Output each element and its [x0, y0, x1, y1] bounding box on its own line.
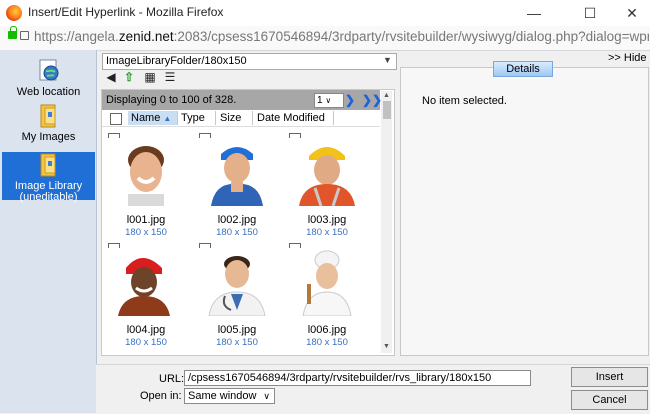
file-list-scrollbar[interactable]	[381, 91, 392, 353]
firefox-logo-icon	[6, 5, 22, 21]
file-name: l003.jpg	[307, 214, 347, 226]
close-window-button[interactable]: ✕	[609, 0, 650, 26]
window-title: Insert/Edit Hyperlink - Mozilla Firefox	[28, 5, 224, 19]
hide-details-link[interactable]: >> Hide	[608, 52, 647, 64]
open-in-label: Open in:	[140, 390, 182, 402]
file-dimensions: 180 x 150	[125, 337, 167, 348]
file-thumbnail[interactable]	[197, 138, 277, 206]
select-all-checkbox[interactable]	[110, 113, 122, 125]
nav-label: My Images	[21, 131, 76, 143]
file-dimensions: 180 x 150	[216, 337, 258, 348]
file-name: l001.jpg	[126, 214, 166, 226]
file-dimensions: 180 x 150	[306, 337, 348, 348]
last-page-icon[interactable]: ❯❯	[362, 93, 382, 107]
back-icon[interactable]: ◀	[104, 70, 118, 84]
nav-my-images[interactable]: My Images	[2, 103, 95, 145]
cancel-button[interactable]: Cancel	[571, 390, 648, 410]
open-in-select[interactable]: Same window ∨	[184, 388, 275, 404]
file-dimensions: 180 x 150	[306, 227, 348, 238]
column-name[interactable]: Name ▲	[128, 111, 178, 125]
details-empty-text: No item selected.	[422, 95, 507, 107]
file-thumbnail[interactable]	[197, 248, 277, 316]
globe-icon	[37, 58, 61, 84]
folder-select[interactable]: ImageLibraryFolder/180x150	[102, 53, 397, 70]
file-thumbnail[interactable]	[287, 248, 367, 316]
chevron-down-icon[interactable]: ▼	[383, 55, 392, 65]
nav-web-location[interactable]: Web location	[2, 58, 95, 100]
file-name: l006.jpg	[307, 324, 347, 336]
folder-up-icon[interactable]: ⇧	[122, 70, 136, 84]
nav-image-library[interactable]: Image Library (uneditable)	[2, 152, 95, 203]
folder-icon	[37, 103, 61, 129]
chevron-down-icon: ∨	[263, 391, 270, 401]
file-dimensions: 180 x 150	[125, 227, 167, 238]
url-label: URL:	[159, 373, 185, 385]
nav-label: Image Library (uneditable)	[14, 180, 83, 203]
nav-label: Web location	[16, 86, 81, 98]
library-folder-icon	[37, 153, 61, 179]
thumbnail-view-icon[interactable]: ▦	[143, 70, 157, 84]
file-thumbnail[interactable]	[287, 138, 367, 206]
file-name: l005.jpg	[217, 324, 257, 336]
scrollbar-thumb[interactable]	[383, 101, 391, 119]
file-name: l002.jpg	[217, 214, 257, 226]
url-domain: zenid.net	[118, 29, 174, 44]
file-name: l004.jpg	[126, 324, 166, 336]
details-panel	[400, 67, 649, 356]
scroll-down-icon[interactable]: ▼	[383, 343, 390, 350]
file-thumbnail[interactable]	[106, 248, 186, 316]
file-dimensions: 180 x 150	[216, 227, 258, 238]
tab-details[interactable]: Details	[493, 61, 553, 77]
minimize-button[interactable]: —	[511, 0, 557, 26]
url-field[interactable]: /cpsess1670546894/3rdparty/rvsitebuilder…	[184, 370, 531, 386]
file-thumbnail[interactable]	[106, 138, 186, 206]
column-size[interactable]: Size	[217, 111, 253, 125]
page-info-icon[interactable]	[20, 31, 29, 40]
url-display[interactable]: https://angela.zenid.net:2083/cpsess1670…	[34, 29, 649, 44]
list-view-icon[interactable]: ☰	[163, 70, 177, 84]
lock-icon[interactable]	[8, 26, 17, 39]
scroll-up-icon[interactable]: ▲	[383, 92, 390, 99]
maximize-button[interactable]: ☐	[567, 0, 613, 26]
status-text: Displaying 0 to 100 of 328.	[106, 94, 237, 106]
column-type[interactable]: Type	[178, 111, 216, 125]
insert-button[interactable]: Insert	[571, 367, 648, 387]
next-page-icon[interactable]: ❯	[345, 93, 355, 107]
page-select[interactable]: 1 ∨	[314, 93, 344, 108]
column-date-modified[interactable]: Date Modified	[254, 111, 334, 125]
